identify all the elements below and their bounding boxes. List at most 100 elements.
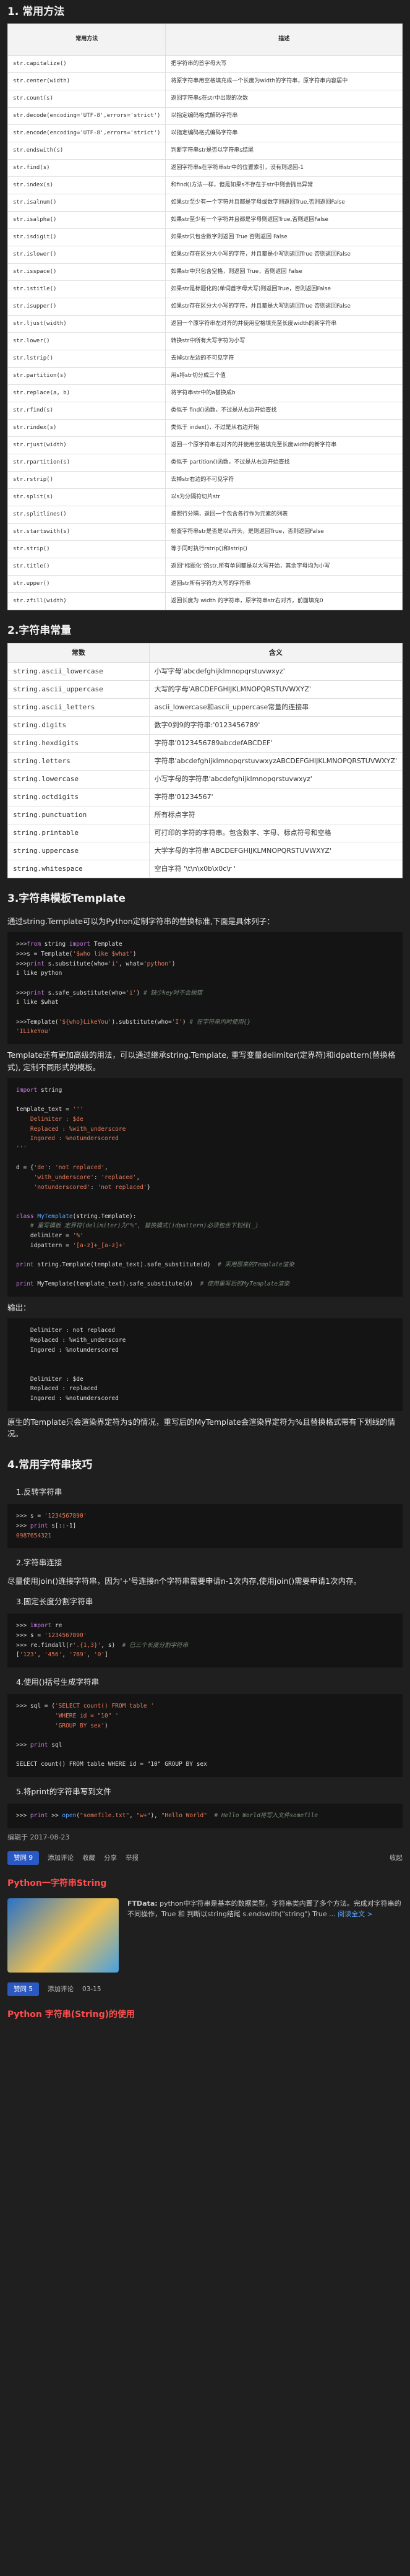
method-cell: string.digits bbox=[7, 715, 150, 735]
method-cell: string.hexdigits bbox=[7, 733, 150, 753]
upvote-button[interactable]: 赞同 9 bbox=[7, 1851, 40, 1865]
description-cell: 如果str中只包含空格，则返回 True，否则返回 False bbox=[165, 263, 403, 282]
table-row: string.ascii_letters ascii_lowercase和asci… bbox=[7, 698, 403, 717]
tip-item: 1.反转字符串 bbox=[16, 1487, 62, 1497]
method-cell: str.zfill(width) bbox=[7, 592, 166, 611]
table-row: str.index(s) 和find()方法一样，但是如果s不存在于str中则会抛… bbox=[7, 176, 403, 195]
method-cell: str.istitle() bbox=[7, 280, 166, 299]
comment-button[interactable]: 添加评论 bbox=[48, 1853, 74, 1863]
col-header: 常用方法 bbox=[7, 24, 166, 56]
description-cell: 类似于 index()，不过是从右边开始 bbox=[165, 419, 403, 438]
upvote-button[interactable]: 赞同 5 bbox=[7, 1982, 40, 1997]
method-cell: str.isalnum() bbox=[7, 194, 166, 212]
description-cell: 小写字母的字符串'abcdefghijklmnopqrstuvwxyz' bbox=[148, 769, 403, 789]
table-row: str.isdigit() 如果str只包含数字则返回 True 否则返回 Fal… bbox=[7, 228, 403, 247]
method-cell: string.letters bbox=[7, 751, 150, 771]
description-cell: 返回字符串s在字符串str中的位置索引，没有则返回-1 bbox=[165, 159, 403, 178]
action-bar: 赞同 9 添加评论 收藏 分享 举报 收起 bbox=[7, 1846, 403, 1871]
col-header: 含义 bbox=[148, 642, 403, 663]
code-block-paren: >>> sql = ('SELECT count() FROM table ' … bbox=[7, 1694, 403, 1778]
method-cell: str.isspace() bbox=[7, 263, 166, 282]
description-cell: 去掉str右边的不可见字符 bbox=[165, 471, 403, 490]
method-cell: str.isdigit() bbox=[7, 228, 166, 247]
code-block-split: >>> import re >>> s = '1234567890' >>> r… bbox=[7, 1614, 403, 1668]
description-cell: 检查字符串str是否是以s开头，是则返回True，否则返回False bbox=[165, 523, 403, 542]
description-cell: 返回str所有字符为大写的字符串 bbox=[165, 575, 403, 594]
method-cell: string.octdigits bbox=[7, 787, 150, 806]
description-cell: 如果str是标题化的(单词首字母大写)则返回True，否则返回False bbox=[165, 280, 403, 299]
table-row: str.startswith(s) 检查字符串str是否是以s开头，是则返回Tru… bbox=[7, 523, 403, 542]
table-row: string.octdigits 字符串'01234567' bbox=[7, 787, 403, 806]
related-article-title[interactable]: Python一字符串String bbox=[7, 1877, 403, 1891]
description-cell: 可打印的字符的字符串。包含数字、字母、标点符号和空格 bbox=[148, 823, 403, 842]
table-row: str.title() 返回"标题化"的str,所有单词都是以大写开始，其余字母均… bbox=[7, 558, 403, 576]
method-cell: str.split(s) bbox=[7, 488, 166, 507]
table-row: str.split(s) 以s为分隔符切片str bbox=[7, 488, 403, 507]
method-cell: str.lower() bbox=[7, 332, 166, 351]
description-cell: 把字符串的首字母大写 bbox=[165, 55, 403, 74]
section-title-template: 3.字符串模板Template bbox=[7, 892, 126, 905]
description-cell: 字符串'0123456789abcdefABCDEF' bbox=[148, 733, 403, 753]
description-cell: 等于同时执行rstrip()和lstrip() bbox=[165, 540, 403, 559]
comment-button[interactable]: 添加评论 bbox=[48, 1984, 74, 1994]
table-row: str.partition(s) 用s将str切分成三个值 bbox=[7, 367, 403, 386]
method-cell: str.splitlines() bbox=[7, 506, 166, 524]
table-row: str.islower() 如果str存在区分大小写的字符，并且都是小写则返回Tr… bbox=[7, 246, 403, 264]
related-date: 03-15 bbox=[82, 1986, 101, 1994]
table-row: string.ascii_uppercase 大写的字母'ABCDEFGHIJKL… bbox=[7, 680, 403, 699]
method-cell: str.rfind(s) bbox=[7, 402, 166, 420]
code-block-output: Delimiter : not replaced Replaced : %wit… bbox=[7, 1318, 403, 1411]
table-row: str.istitle() 如果str是标题化的(单词首字母大写)则返回True，… bbox=[7, 280, 403, 299]
related-action-bar: 赞同 5 添加评论 03-15 bbox=[7, 1977, 403, 2002]
method-cell: str.decode(encoding='UTF-8',errors='stri… bbox=[7, 107, 166, 126]
share-button[interactable]: 分享 bbox=[104, 1853, 117, 1863]
method-cell: string.printable bbox=[7, 823, 150, 842]
table-row: str.decode(encoding='UTF-8',errors='stri… bbox=[7, 107, 403, 126]
method-cell: str.index(s) bbox=[7, 176, 166, 195]
description-cell: 以指定编码格式编码字符串 bbox=[165, 124, 403, 143]
method-cell: string.ascii_lowercase bbox=[7, 662, 150, 681]
code-block-template-custom: import string template_text = ''' Delimi… bbox=[7, 1078, 403, 1297]
method-cell: str.title() bbox=[7, 558, 166, 576]
code-block-template-basic: >>>from string import Template >>>s = Te… bbox=[7, 932, 403, 1045]
tip-item: 4.使用()括号生成字符串 bbox=[16, 1677, 100, 1687]
tip-item: 2.字符串连接 bbox=[16, 1558, 62, 1568]
method-cell: str.isupper() bbox=[7, 298, 166, 316]
method-cell: str.capitalize() bbox=[7, 55, 166, 74]
table-row: str.upper() 返回str所有字符为大写的字符串 bbox=[7, 575, 403, 594]
table-row: string.ascii_lowercase 小写字母'abcdefghijklm… bbox=[7, 662, 403, 681]
description-cell: 字符串'abcdefghijklmnopqrstuvwxyzABCDEFGHIJ… bbox=[148, 751, 403, 771]
description-cell: 用s将str切分成三个值 bbox=[165, 367, 403, 386]
template-summary: 原生的Template只会渲染界定符为$的情况，重写后的MyTemplate会渲… bbox=[7, 1417, 396, 1439]
related-article-card[interactable]: FTData: python中字符串是基本的数据类型，字符串类内置了多个方法。完… bbox=[7, 1893, 403, 1977]
favorite-button[interactable]: 收藏 bbox=[82, 1853, 95, 1863]
method-cell: str.rjust(width) bbox=[7, 436, 166, 455]
method-cell: str.endswith(s) bbox=[7, 142, 166, 160]
table-row: str.rjust(width) 返回一个原字符串右对齐的并使用空格填充至长度wi… bbox=[7, 436, 403, 455]
description-cell: 返回字符串s在str中出现的次数 bbox=[165, 90, 403, 108]
table-row: str.rindex(s) 类似于 index()，不过是从右边开始 bbox=[7, 419, 403, 438]
table-row: str.lstrip() 去掉str左边的不可见字符 bbox=[7, 350, 403, 368]
description-cell: 返回"标题化"的str,所有单词都是以大写开始，其余字母均为小写 bbox=[165, 558, 403, 576]
code-block-reverse: >>> s = '1234567890' >>> print s[::-1] 0… bbox=[7, 1504, 403, 1549]
description-cell: 将原字符串用空格填充成一个长度为width的字符串，原字符串内容居中 bbox=[165, 72, 403, 91]
template-intro: 通过string.Template可以为Python定制字符串的替换标准,下面是… bbox=[7, 917, 275, 927]
method-cell: string.uppercase bbox=[7, 841, 150, 860]
method-cell: string.punctuation bbox=[7, 805, 150, 824]
related-summary: FTData: python中字符串是基本的数据类型，字符串类内置了多个方法。完… bbox=[127, 1900, 401, 1919]
method-cell: str.count(s) bbox=[7, 90, 166, 108]
table-row: string.letters 字符串'abcdefghijklmnopqrstuv… bbox=[7, 751, 403, 771]
table-row: str.center(width) 将原字符串用空格填充成一个长度为width的字… bbox=[7, 72, 403, 91]
method-cell: str.replace(a, b) bbox=[7, 384, 166, 403]
section-title-methods: 1. 常用方法 bbox=[7, 6, 65, 18]
next-article-title[interactable]: Python 字符串(String)的使用 bbox=[7, 2008, 403, 2022]
method-cell: str.lstrip() bbox=[7, 350, 166, 368]
description-cell: 数字0到9的字符串:'0123456789' bbox=[148, 715, 403, 735]
collapse-button[interactable]: 收起 bbox=[390, 1853, 403, 1863]
table-row: str.endswith(s) 判断字符串str是否以字符串s结尾 bbox=[7, 142, 403, 160]
code-block-print-file: >>> print >> open("somefile.txt", "w+"),… bbox=[7, 1804, 403, 1829]
col-header: 描述 bbox=[165, 24, 403, 56]
description-cell: 类似于 partition()函数，不过是从右边开始查找 bbox=[165, 454, 403, 472]
report-button[interactable]: 举报 bbox=[126, 1853, 139, 1863]
description-cell: 去掉str左边的不可见字符 bbox=[165, 350, 403, 368]
